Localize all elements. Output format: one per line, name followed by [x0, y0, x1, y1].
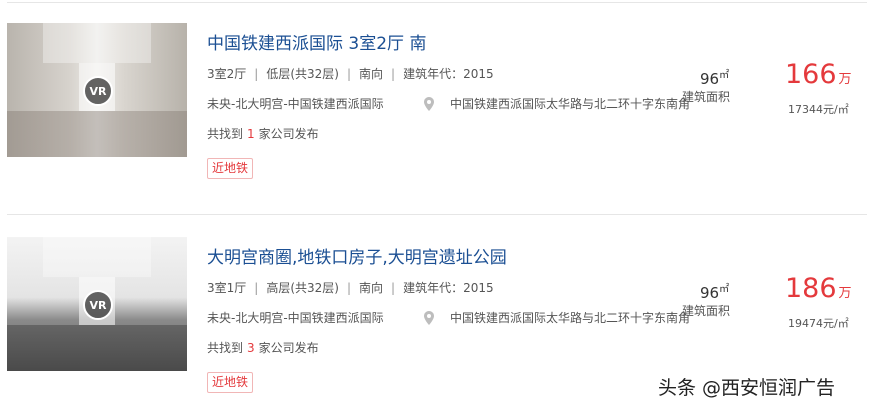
listing-title[interactable]: 中国铁建西派国际 3室2厅 南 [207, 29, 426, 54]
layout-text: 3室2厅 [207, 67, 247, 81]
year-text: 建筑年代：2015 [403, 67, 494, 81]
floor-text: 高层(共32层) [266, 281, 339, 295]
year-text: 建筑年代：2015 [403, 281, 494, 295]
total-price: 186 万 [785, 273, 852, 304]
vr-icon[interactable]: VR [83, 76, 113, 106]
total-price: 166 万 [785, 59, 852, 90]
location-pin-icon [424, 311, 434, 325]
listing-photo[interactable]: VR [7, 23, 187, 157]
location-pin-icon [424, 97, 434, 111]
layout-text: 3室1厅 [207, 281, 247, 295]
floor-text: 低层(共32层) [266, 67, 339, 81]
listing-info-row: 3室2厅 | 低层(共32层) | 南向 | 建筑年代：2015 [207, 66, 494, 82]
found-companies: 共找到 3 家公司发布 [207, 341, 319, 355]
company-count: 3 [247, 341, 255, 355]
area-value: 96㎡ [700, 70, 730, 88]
found-companies: 共找到 1 家公司发布 [207, 127, 319, 141]
orientation-text: 南向 [359, 67, 384, 81]
listing-photo[interactable]: VR [7, 237, 187, 371]
area-value: 96㎡ [700, 284, 730, 302]
company-count: 1 [247, 127, 255, 141]
vr-icon[interactable]: VR [83, 290, 113, 320]
unit-price: 17344元/㎡ [788, 103, 849, 116]
community-link[interactable]: 未央-北大明宫-中国铁建西派国际 [207, 309, 384, 326]
near-subway-tag: 近地铁 [207, 158, 254, 179]
area-label: 建筑面积 [682, 90, 731, 104]
near-subway-tag: 近地铁 [207, 372, 254, 393]
watermark: 头条 @西安恒润广告 [658, 377, 836, 399]
listing-card[interactable]: VR 大明宫商圈,地铁口房子,大明宫遗址公园 3室1厅 | 高层(共32层) |… [0, 214, 879, 393]
orientation-text: 南向 [359, 281, 384, 295]
listing-card[interactable]: VR 中国铁建西派国际 3室2厅 南 3室2厅 | 低层(共32层) | 南向 … [0, 0, 879, 179]
listing-title[interactable]: 大明宫商圈,地铁口房子,大明宫遗址公园 [207, 243, 507, 268]
unit-price: 19474元/㎡ [788, 317, 849, 330]
address-text: 中国铁建西派国际太华路与北二环十字东南角 [450, 97, 691, 111]
address-text: 中国铁建西派国际太华路与北二环十字东南角 [450, 311, 691, 325]
area-label: 建筑面积 [682, 304, 731, 318]
listing-info-row: 3室1厅 | 高层(共32层) | 南向 | 建筑年代：2015 [207, 280, 494, 296]
community-link[interactable]: 未央-北大明宫-中国铁建西派国际 [207, 95, 384, 112]
